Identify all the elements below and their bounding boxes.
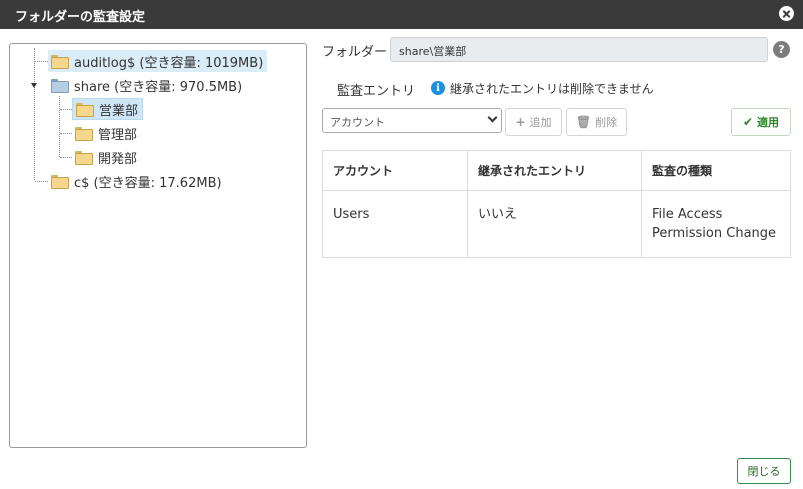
column-header-account[interactable]: アカウント <box>322 150 468 191</box>
tree-node-label: 管理部 <box>98 127 138 143</box>
tree-node-sales[interactable]: 営業部 <box>72 98 144 120</box>
expand-toggle-icon[interactable] <box>31 83 37 88</box>
folder-icon <box>51 175 69 189</box>
folder-open-icon <box>51 79 69 93</box>
tree-node-dev[interactable]: 開発部 <box>72 146 141 168</box>
dialog-titlebar: フォルダーの監査設定 <box>0 0 803 29</box>
cell-account: Users <box>322 190 468 258</box>
plus-icon: + <box>515 115 526 129</box>
table-header-row: アカウント 継承されたエントリ 監査の種類 <box>322 150 791 191</box>
column-header-inherited[interactable]: 継承されたエントリ <box>467 150 642 191</box>
tree-line <box>60 157 72 158</box>
folder-icon <box>51 55 69 69</box>
account-select-value: アカウント <box>330 116 385 129</box>
tree-line <box>34 48 35 180</box>
tree-node-label: share (空き容量: 970.5MB) <box>74 79 243 95</box>
info-icon: i <box>431 81 445 95</box>
delete-button-label: 削除 <box>595 116 618 129</box>
audit-entries-table: アカウント 継承されたエントリ 監査の種類 Users いいえ File Acc… <box>322 150 791 258</box>
check-icon: ✔ <box>742 115 754 129</box>
cell-audit-type: File Access Permission Change <box>641 190 791 258</box>
account-select[interactable]: アカウント <box>322 108 502 133</box>
close-icon[interactable] <box>779 6 794 21</box>
add-button[interactable]: + 追加 <box>505 108 562 136</box>
trash-icon: 🗑 <box>575 115 592 129</box>
audit-type-line: Permission Change <box>652 226 777 241</box>
tree-node-admin[interactable]: 管理部 <box>72 122 141 144</box>
close-button[interactable]: 閉じる <box>737 458 791 484</box>
chevron-down-icon <box>487 112 498 123</box>
folder-icon <box>75 127 93 141</box>
cell-inherited: いいえ <box>467 190 642 258</box>
tree-node-label: 開発部 <box>98 151 138 167</box>
tree-node-label: 営業部 <box>99 103 139 119</box>
folder-label: フォルダー <box>322 45 388 60</box>
tree-node-share[interactable]: share (空き容量: 970.5MB) <box>48 74 246 96</box>
tree-line <box>35 61 48 62</box>
column-header-audit-type[interactable]: 監査の種類 <box>641 150 791 191</box>
add-button-label: 追加 <box>529 116 552 129</box>
apply-button-label: 適用 <box>757 116 780 129</box>
tree-line <box>59 96 60 157</box>
tree-node-label: c$ (空き容量: 17.62MB) <box>74 175 222 191</box>
folder-tree[interactable]: auditlog$ (空き容量: 1019MB) share (空き容量: 97… <box>9 43 307 448</box>
tree-line <box>60 109 72 110</box>
delete-button[interactable]: 🗑 削除 <box>566 108 627 136</box>
audit-entries-label: 監査エントリ <box>337 84 416 99</box>
tree-line <box>35 181 48 182</box>
tree-node-auditlog[interactable]: auditlog$ (空き容量: 1019MB) <box>48 50 268 72</box>
info-message: 継承されたエントリは削除できません <box>450 82 654 96</box>
folder-icon <box>75 151 93 165</box>
close-button-label: 閉じる <box>747 465 781 478</box>
folder-icon <box>76 103 94 117</box>
tree-node-c[interactable]: c$ (空き容量: 17.62MB) <box>48 170 226 192</box>
table-row[interactable]: Users いいえ File Access Permission Change <box>322 190 791 258</box>
apply-button[interactable]: ✔ 適用 <box>731 108 791 136</box>
folder-path-field: share\営業部 <box>390 37 768 62</box>
help-icon[interactable]: ? <box>773 41 790 58</box>
tree-line <box>60 133 72 134</box>
tree-node-label: auditlog$ (空き容量: 1019MB) <box>74 55 264 71</box>
audit-type-line: File Access <box>652 207 723 222</box>
dialog-title: フォルダーの監査設定 <box>15 10 146 25</box>
